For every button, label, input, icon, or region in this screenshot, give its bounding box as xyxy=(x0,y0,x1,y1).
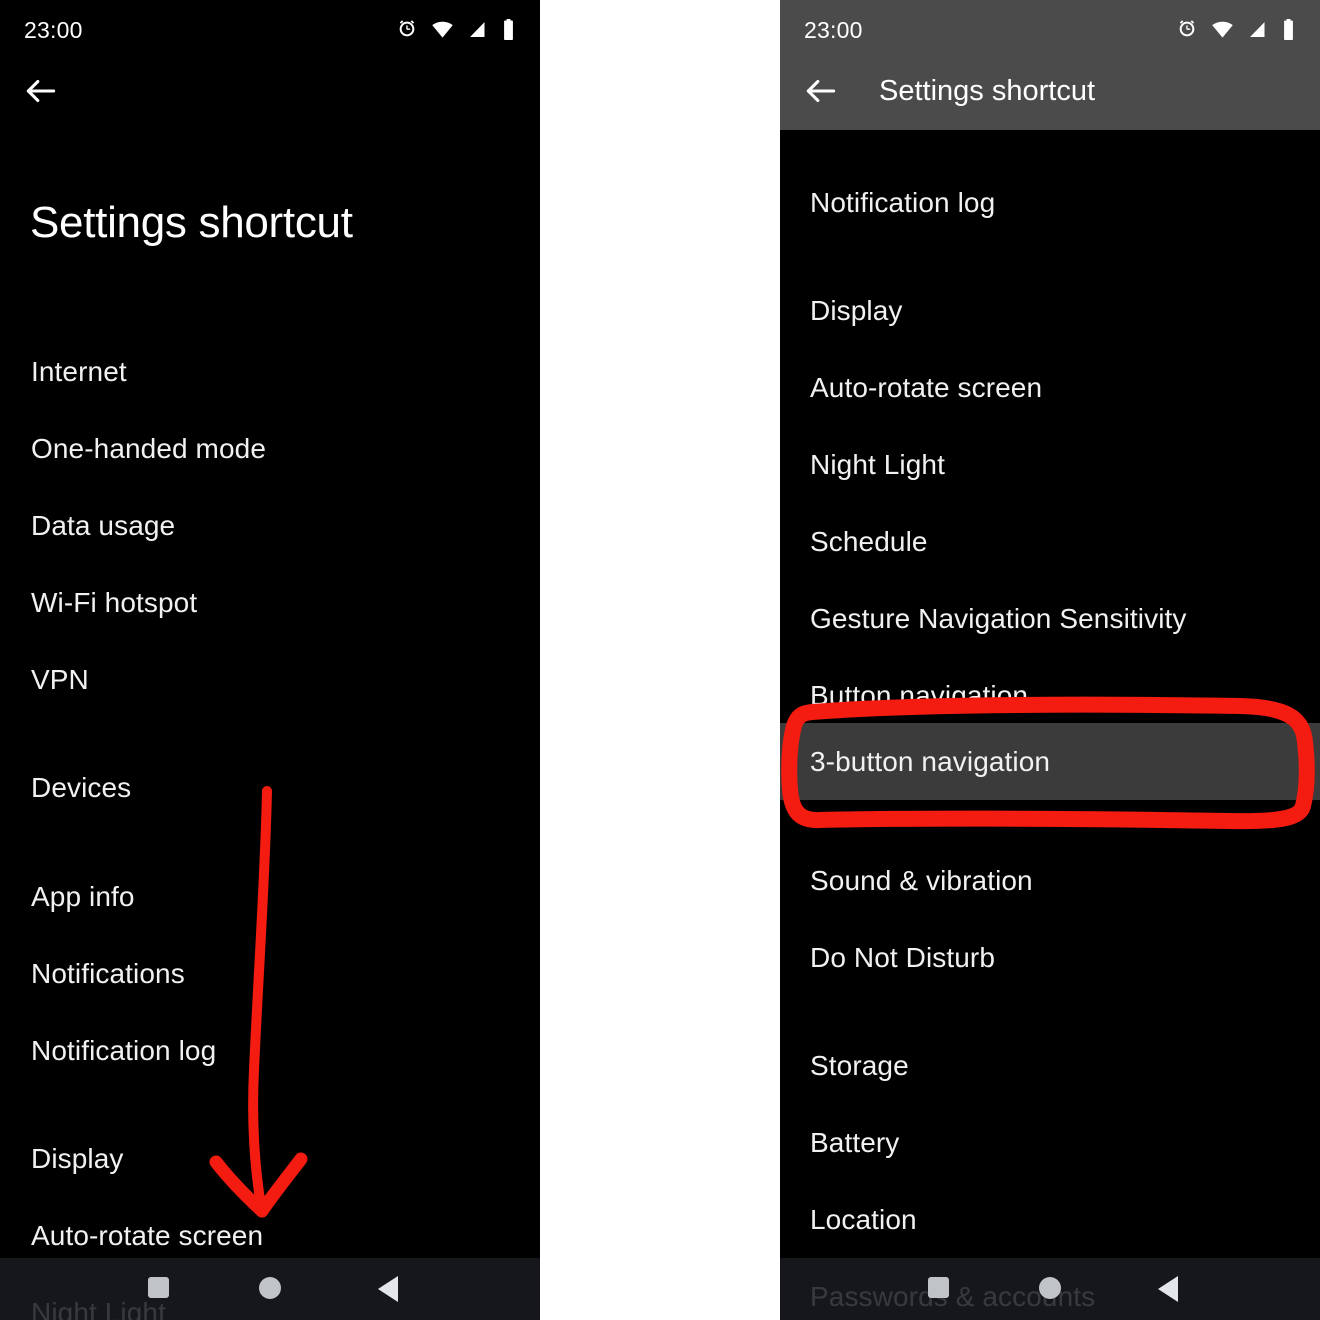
list-item-label: App info xyxy=(31,880,135,912)
left-navigation-bar xyxy=(0,1258,540,1320)
list-item-label: Sound & vibration xyxy=(810,864,1033,896)
list-item[interactable]: One-handed mode xyxy=(0,410,540,487)
list-item[interactable]: Notifications xyxy=(0,935,540,1012)
list-item-label: Night Light xyxy=(810,448,945,480)
back-arrow-icon[interactable] xyxy=(22,72,60,110)
list-item-label: Display xyxy=(31,1142,124,1174)
back-triangle-icon[interactable] xyxy=(1158,1276,1178,1302)
list-item-label: Storage xyxy=(810,1049,909,1081)
app-bar-title: Settings shortcut xyxy=(879,75,1095,107)
page-title: Settings shortcut xyxy=(30,198,353,247)
battery-icon xyxy=(1281,18,1296,41)
list-item[interactable]: Night Light xyxy=(780,426,1320,503)
wifi-icon xyxy=(431,18,454,41)
list-item[interactable]: VPN xyxy=(0,641,540,718)
list-item-label: Notification log xyxy=(810,186,996,218)
back-triangle-icon[interactable] xyxy=(378,1276,398,1302)
screenshot-root: 23:00 Settings shortcut Internet One-han… xyxy=(0,0,1320,1320)
list-item-label: Gesture Navigation Sensitivity xyxy=(810,602,1187,634)
status-clock: 23:00 xyxy=(804,17,863,43)
battery-icon xyxy=(501,18,516,41)
list-item[interactable]: Internet xyxy=(0,333,540,410)
right-phone-panel: 23:00 Settings shortcut Notification log… xyxy=(780,0,1320,1320)
list-item[interactable]: Data usage xyxy=(0,487,540,564)
list-item[interactable]: Devices xyxy=(0,749,540,826)
list-item-label: Location xyxy=(810,1203,917,1235)
alarm-icon xyxy=(1176,18,1198,40)
list-item[interactable]: Storage xyxy=(780,1027,1320,1104)
list-item[interactable]: Display xyxy=(780,272,1320,349)
list-item-label: Button navigation xyxy=(810,679,1029,711)
list-item[interactable]: Do Not Disturb xyxy=(780,919,1320,996)
list-item-label: 3-button navigation xyxy=(810,745,1051,777)
status-icons xyxy=(396,16,516,42)
list-item-label: Wi-Fi hotspot xyxy=(31,586,198,618)
list-item[interactable]: Battery xyxy=(780,1104,1320,1181)
left-phone-panel: 23:00 Settings shortcut Internet One-han… xyxy=(0,0,540,1320)
back-arrow-icon[interactable] xyxy=(802,72,840,110)
list-item-label: Notifications xyxy=(31,957,185,989)
list-item[interactable]: Schedule xyxy=(780,503,1320,580)
list-item-label: Devices xyxy=(31,771,132,803)
list-item-label: Battery xyxy=(810,1126,900,1158)
list-item-label: Notification log xyxy=(31,1034,217,1066)
signal-icon xyxy=(467,19,488,40)
list-item[interactable]: Wi-Fi hotspot xyxy=(0,564,540,641)
list-item-label: Internet xyxy=(31,355,127,387)
list-item-label: Data usage xyxy=(31,509,176,541)
list-item[interactable]: Gesture Navigation Sensitivity xyxy=(780,580,1320,657)
list-item-label: Auto-rotate screen xyxy=(810,371,1043,403)
list-item[interactable]: Auto-rotate screen xyxy=(780,349,1320,426)
list-item-label: Schedule xyxy=(810,525,928,557)
home-circle-icon[interactable] xyxy=(1039,1277,1061,1299)
right-status-bar: 23:00 xyxy=(780,0,1320,58)
list-item[interactable]: 3-button navigation xyxy=(780,723,1320,800)
list-item-label: Auto-rotate screen xyxy=(31,1219,264,1251)
list-item[interactable]: Sound & vibration xyxy=(780,842,1320,919)
alarm-icon xyxy=(396,18,418,40)
list-item-label: VPN xyxy=(31,663,89,695)
status-icons xyxy=(1176,16,1296,42)
recents-square-icon[interactable] xyxy=(148,1277,169,1298)
list-item-label: Do Not Disturb xyxy=(810,941,996,973)
list-item[interactable]: Notification log xyxy=(780,164,1320,241)
list-item[interactable]: Notification log xyxy=(0,1012,540,1089)
list-item-label: Display xyxy=(810,294,903,326)
list-item-label: One-handed mode xyxy=(31,432,267,464)
left-status-bar: 23:00 xyxy=(0,0,540,58)
list-item[interactable]: Display xyxy=(0,1120,540,1197)
status-clock: 23:00 xyxy=(24,17,83,43)
list-item[interactable]: Location xyxy=(780,1181,1320,1258)
recents-square-icon[interactable] xyxy=(928,1277,949,1298)
home-circle-icon[interactable] xyxy=(259,1277,281,1299)
wifi-icon xyxy=(1211,18,1234,41)
list-item[interactable]: App info xyxy=(0,858,540,935)
signal-icon xyxy=(1247,19,1268,40)
right-navigation-bar xyxy=(780,1258,1320,1320)
